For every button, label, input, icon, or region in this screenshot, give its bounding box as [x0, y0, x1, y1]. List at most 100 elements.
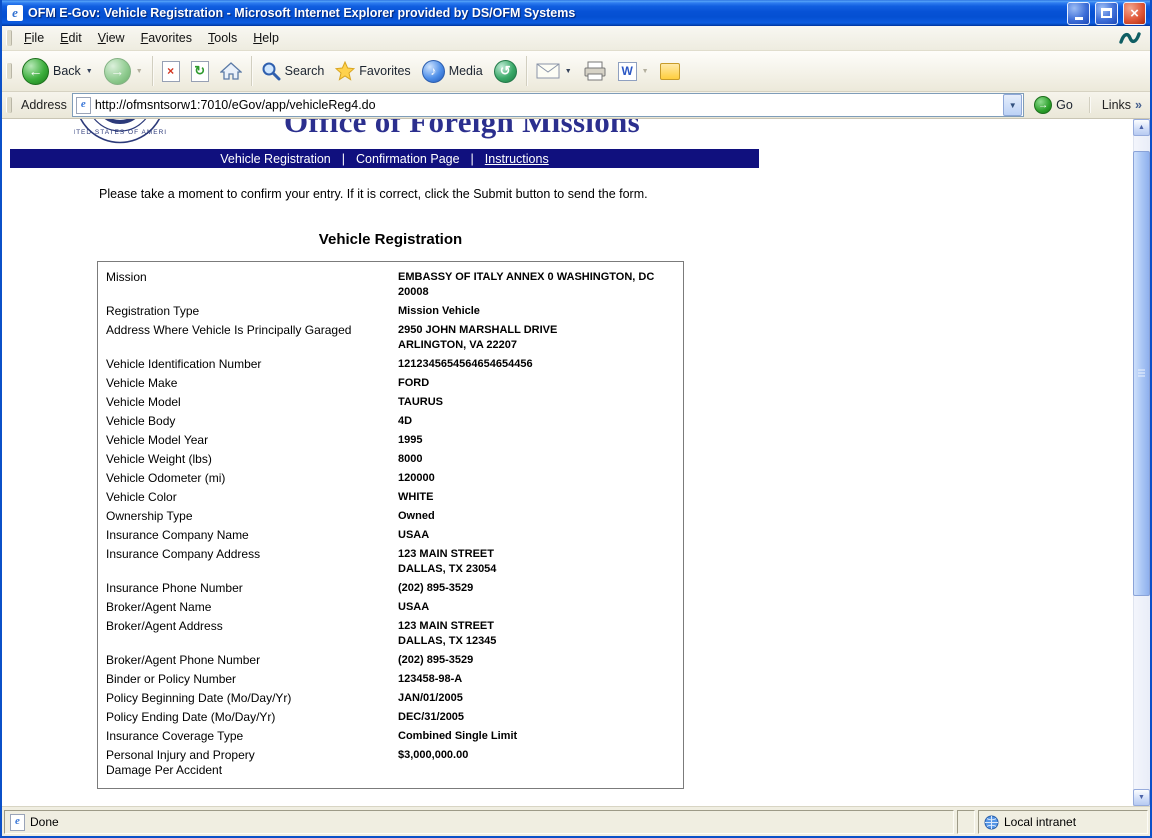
scroll-up-button[interactable]: ▲: [1133, 119, 1150, 136]
brand-area: [1118, 29, 1142, 47]
field-label: Insurance Phone Number: [98, 579, 398, 598]
field-label: Vehicle Make: [98, 374, 398, 393]
history-button[interactable]: ↺: [489, 56, 522, 87]
table-row: Vehicle Model Year1995: [98, 431, 683, 450]
address-input[interactable]: [95, 96, 999, 114]
field-value: DEC/31/2005: [398, 708, 683, 727]
field-value: USAA: [398, 598, 683, 617]
table-row: Address Where Vehicle Is Principally Gar…: [98, 321, 683, 355]
stop-button[interactable]: ×: [157, 57, 185, 86]
word-icon: W: [618, 62, 637, 81]
browser-window: e OFM E-Gov: Vehicle Registration - Micr…: [0, 0, 1152, 838]
status-bar: e Done Local intranet: [2, 806, 1150, 836]
zone-label: Local intranet: [1004, 815, 1076, 829]
field-label: Registration Type: [98, 302, 398, 321]
discuss-button[interactable]: [655, 59, 685, 84]
table-row: Registration TypeMission Vehicle: [98, 302, 683, 321]
toolbar-separator: [251, 56, 252, 86]
scroll-thumb[interactable]: [1133, 151, 1150, 596]
table-row: Policy Ending Date (Mo/Day/Yr)DEC/31/200…: [98, 708, 683, 727]
field-value: Mission Vehicle: [398, 302, 683, 321]
window-title: OFM E-Gov: Vehicle Registration - Micros…: [28, 6, 1062, 20]
table-row: Vehicle ModelTAURUS: [98, 393, 683, 412]
favorites-button[interactable]: Favorites: [330, 57, 415, 85]
field-value: USAA: [398, 526, 683, 545]
menu-grip[interactable]: [6, 30, 12, 46]
table-row: Vehicle Body4D: [98, 412, 683, 431]
toolbar: ← Back ▼ → ▼ × ↻ Search: [2, 51, 1150, 92]
edit-with-word-button[interactable]: W ▼: [613, 58, 654, 85]
table-row: Broker/Agent Address123 MAIN STREET DALL…: [98, 617, 683, 651]
field-label: Mission: [98, 268, 398, 302]
vertical-scrollbar[interactable]: ▲ ▼: [1133, 119, 1150, 806]
field-label: Insurance Company Name: [98, 526, 398, 545]
field-label: Vehicle Body: [98, 412, 398, 431]
back-dropdown-icon[interactable]: ▼: [86, 68, 93, 75]
home-button[interactable]: [215, 57, 247, 85]
media-icon: ♪: [422, 60, 445, 83]
menu-item-view[interactable]: View: [90, 28, 133, 48]
address-dropdown-icon[interactable]: ▼: [1003, 94, 1022, 116]
table-row: Binder or Policy Number123458-98-A: [98, 670, 683, 689]
media-label: Media: [449, 64, 483, 78]
toolbar-grip[interactable]: [6, 63, 12, 79]
search-button[interactable]: Search: [256, 57, 330, 85]
field-label: Binder or Policy Number: [98, 670, 398, 689]
field-value: 120000: [398, 469, 683, 488]
print-button[interactable]: [578, 57, 612, 85]
back-button[interactable]: ← Back ▼: [17, 54, 98, 89]
forward-button[interactable]: → ▼: [99, 54, 148, 89]
go-button[interactable]: → Go: [1029, 94, 1081, 116]
field-value: 1212345654564654654456: [398, 355, 683, 374]
page-nav: Vehicle Registration|Confirmation Page|I…: [10, 149, 759, 168]
address-grip[interactable]: [6, 97, 12, 113]
menu-item-tools[interactable]: Tools: [200, 28, 245, 48]
stop-icon: ×: [162, 61, 180, 82]
table-row: Vehicle MakeFORD: [98, 374, 683, 393]
nav-item-vehicle-registration[interactable]: Vehicle Registration: [220, 152, 330, 166]
field-label: Vehicle Model Year: [98, 431, 398, 450]
status-zone-panel: Local intranet: [978, 810, 1148, 834]
forward-dropdown-icon[interactable]: ▼: [136, 68, 143, 75]
close-button[interactable]: ×: [1123, 2, 1146, 25]
status-spacer-panel: [957, 810, 975, 834]
favorites-star-icon: [335, 61, 355, 81]
table-row: Broker/Agent Phone Number(202) 895-3529: [98, 651, 683, 670]
table-row: Vehicle ColorWHITE: [98, 488, 683, 507]
page-content: UNITED STATES OF AMERICA Office of Forei…: [2, 119, 1133, 806]
scroll-down-button[interactable]: ▼: [1133, 789, 1150, 806]
field-value: 123 MAIN STREET DALLAS, TX 12345: [398, 617, 683, 651]
document-icon: e: [10, 814, 25, 831]
mail-button[interactable]: ▼: [531, 59, 577, 83]
mail-dropdown-icon[interactable]: ▼: [565, 68, 572, 75]
menu-item-help[interactable]: Help: [245, 28, 287, 48]
go-icon: →: [1034, 96, 1052, 114]
maximize-icon: [1101, 8, 1112, 18]
field-label: Insurance Coverage Type: [98, 727, 398, 746]
history-icon: ↺: [494, 60, 517, 83]
discuss-icon: [660, 63, 680, 80]
table-row: Personal Injury and Propery Damage Per A…: [98, 746, 683, 780]
menu-item-edit[interactable]: Edit: [52, 28, 90, 48]
nav-item-instructions[interactable]: Instructions: [485, 152, 549, 166]
refresh-button[interactable]: ↻: [186, 57, 214, 86]
media-button[interactable]: ♪ Media: [417, 56, 488, 87]
favorites-label: Favorites: [359, 64, 410, 78]
address-combo: e ▼: [72, 93, 1024, 117]
field-value: $3,000,000.00: [398, 746, 683, 780]
edit-dropdown-icon[interactable]: ▼: [642, 68, 649, 75]
field-value: 2950 JOHN MARSHALL DRIVE ARLINGTON, VA 2…: [398, 321, 683, 355]
links-button[interactable]: Links »: [1098, 98, 1146, 112]
field-label: Personal Injury and Propery Damage Per A…: [98, 746, 398, 780]
nav-item-confirmation-page[interactable]: Confirmation Page: [356, 152, 460, 166]
table-row: Vehicle Odometer (mi)120000: [98, 469, 683, 488]
menu-item-favorites[interactable]: Favorites: [133, 28, 200, 48]
mail-icon: [536, 63, 560, 79]
minimize-button[interactable]: [1067, 2, 1090, 25]
address-separator: [1089, 97, 1090, 113]
table-row: Insurance Coverage TypeCombined Single L…: [98, 727, 683, 746]
menu-item-file[interactable]: File: [16, 28, 52, 48]
links-chevron-icon[interactable]: »: [1135, 98, 1142, 112]
field-label: Address Where Vehicle Is Principally Gar…: [98, 321, 398, 355]
maximize-button[interactable]: [1095, 2, 1118, 25]
